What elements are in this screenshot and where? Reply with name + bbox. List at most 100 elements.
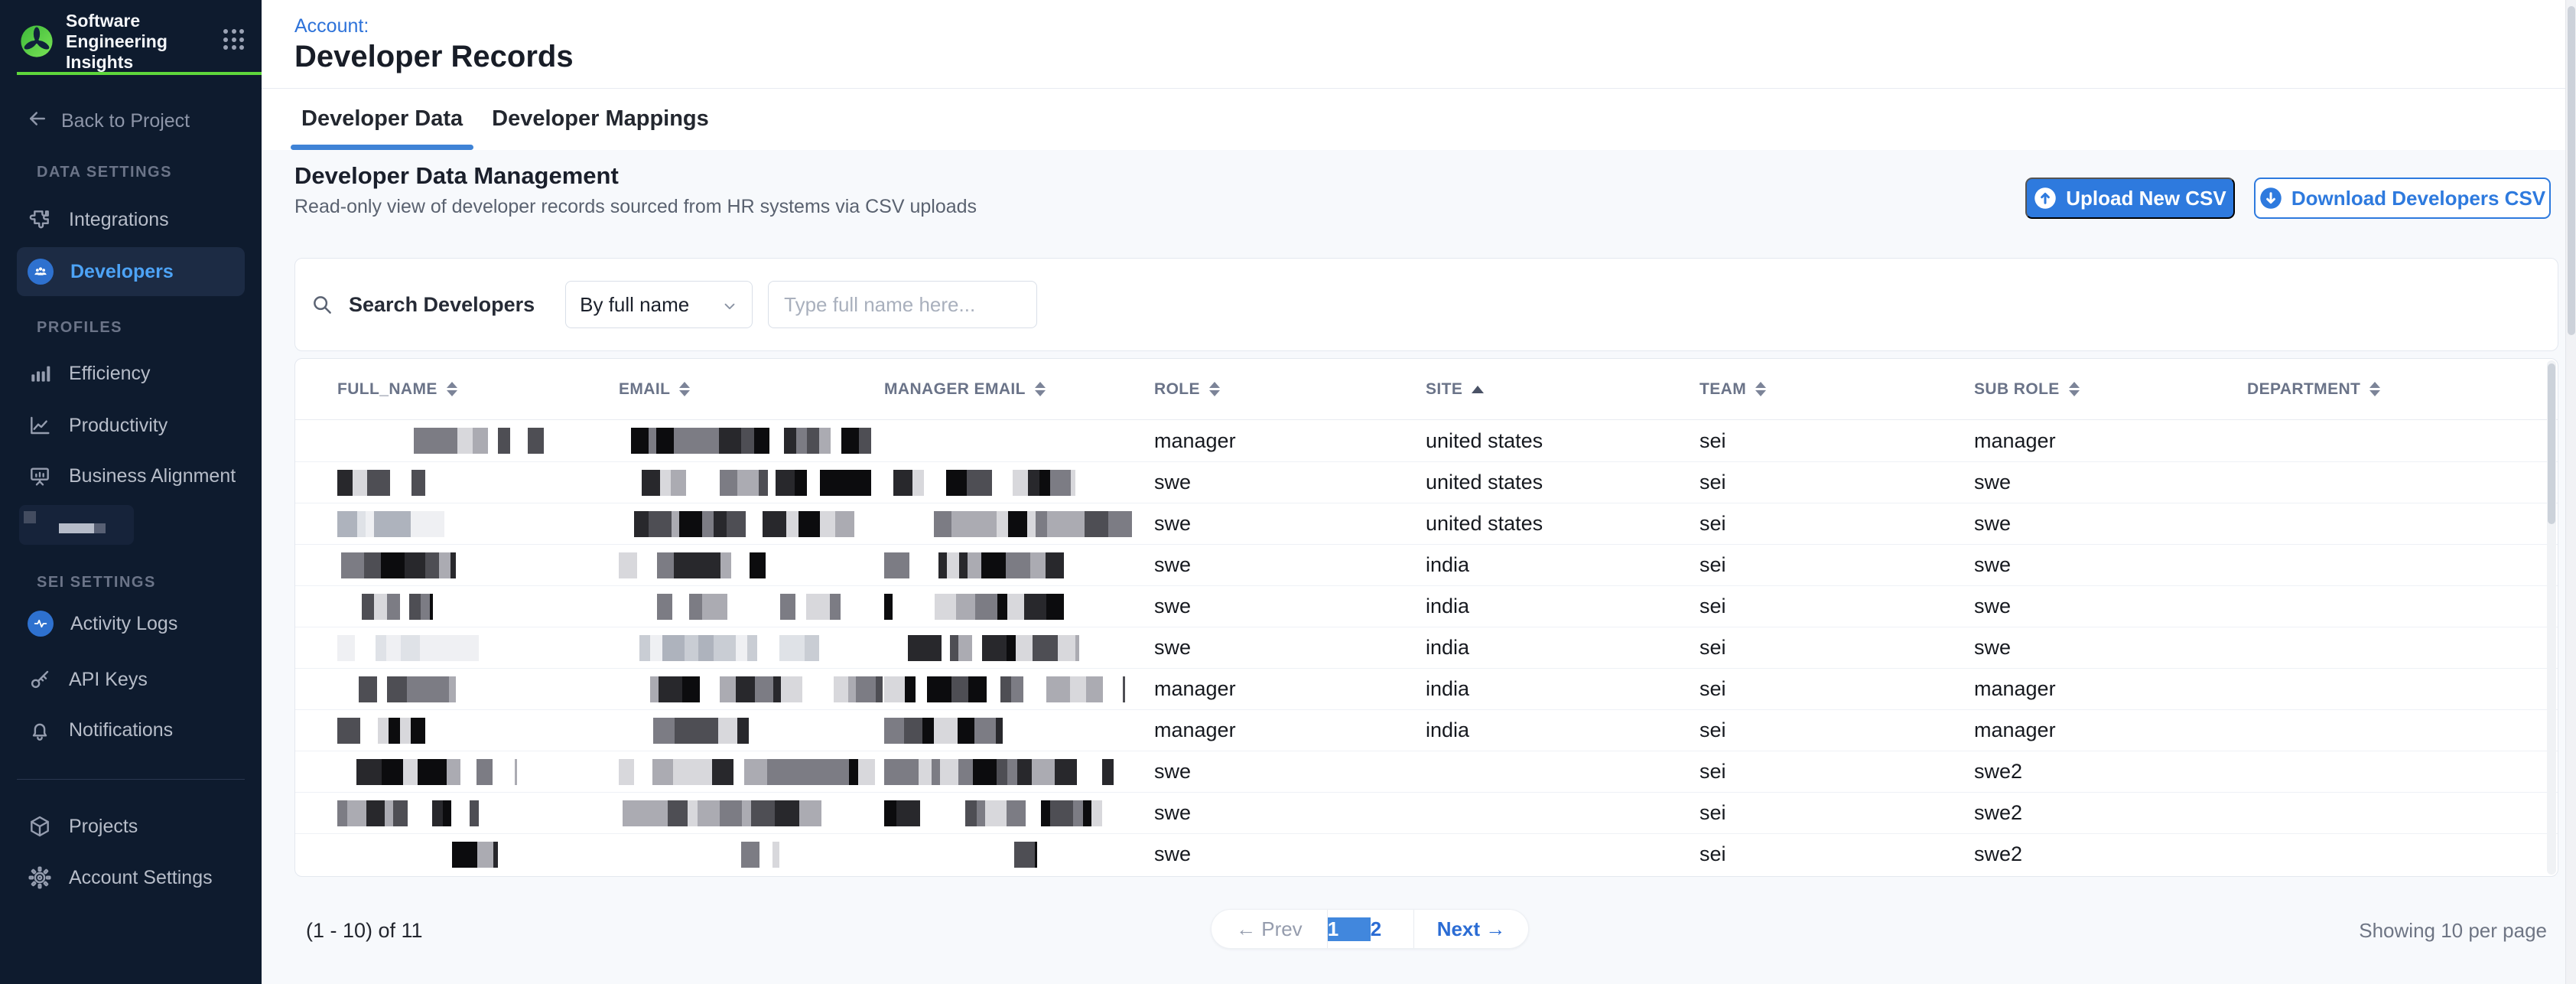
cell-site: india [1426, 636, 1699, 660]
search-filter-select[interactable]: By full name [565, 281, 753, 328]
cell-team: sei [1699, 718, 1974, 742]
sidebar-item-api-keys[interactable]: API Keys [17, 658, 245, 701]
cell-manager_email [884, 470, 1154, 496]
back-to-project-link[interactable]: Back to Project [26, 107, 190, 135]
sidebar-item-notifications[interactable]: Notifications [17, 709, 245, 751]
account-settings-icon [28, 865, 52, 890]
next-page-button[interactable]: Next → [1413, 910, 1529, 948]
sort-icon [1035, 382, 1046, 396]
redacted-email [619, 428, 871, 454]
table-row: sweindiaseiswe [295, 627, 2558, 668]
cell-email [619, 552, 884, 578]
redacted-manager_email [884, 800, 1102, 826]
sidebar-item-integrations[interactable]: Integrations [17, 198, 245, 241]
cell-sub_role: manager [1974, 429, 2247, 453]
brand-accent-line [17, 72, 262, 75]
page-scrollbar[interactable] [2565, 0, 2576, 984]
sidebar-item-business-alignment[interactable]: Business Alignment [17, 455, 245, 497]
cell-sub_role: swe [1974, 553, 2247, 577]
column-label: FULL_NAME [337, 380, 437, 399]
column-header-manager_email[interactable]: MANAGER EMAIL [884, 380, 1154, 399]
cell-sub_role: swe [1974, 595, 2247, 618]
redacted-email [626, 676, 883, 702]
page-title: Developer Records [294, 40, 574, 74]
logo-row: Software Engineering Insights [0, 0, 262, 73]
cell-team: sei [1699, 512, 1974, 536]
tab-developer-mappings[interactable]: Developer Mappings [481, 89, 720, 150]
pagination: ← Prev 12 Next → [1211, 909, 1529, 949]
redacted-full_name [337, 594, 433, 620]
cell-email [619, 800, 884, 826]
column-header-department[interactable]: DEPARTMENT [2247, 380, 2558, 399]
cell-email [619, 470, 884, 496]
cell-sub_role: swe [1974, 512, 2247, 536]
column-header-site[interactable]: SITE [1426, 380, 1699, 399]
section-title: Developer Data Management [294, 162, 619, 190]
sidebar-item-productivity[interactable]: Productivity [17, 404, 245, 447]
cell-team: sei [1699, 842, 1974, 866]
sidebar-item-efficiency[interactable]: Efficiency [17, 352, 245, 395]
chevron-down-icon [721, 296, 738, 313]
pagination-range-label: (1 - 10) of 11 [306, 912, 423, 949]
upload-new-csv-button[interactable]: Upload New CSV [2025, 178, 2235, 219]
table-row: managerindiaseimanager [295, 668, 2558, 709]
column-header-sub_role[interactable]: SUB ROLE [1974, 380, 2247, 399]
sidebar-item-label: API Keys [69, 669, 148, 691]
cell-site: india [1426, 595, 1699, 618]
table-header-row: FULL_NAME EMAILMANAGER EMAIL ROLESITETEAMS… [295, 359, 2558, 420]
per-page-label: Showing 10 per page [2359, 912, 2547, 949]
search-input[interactable] [768, 281, 1037, 328]
apps-grid-icon[interactable] [223, 29, 245, 51]
table-scrollbar[interactable] [2547, 360, 2556, 875]
page-scrollbar-thumb[interactable] [2568, 6, 2575, 335]
cell-team: sei [1699, 760, 1974, 784]
sidebar-item-label: Activity Logs [70, 613, 177, 635]
redacted-full_name [337, 470, 425, 496]
column-header-email[interactable]: EMAIL [619, 380, 884, 399]
efficiency-icon [28, 361, 52, 386]
page-2-button[interactable]: 2 [1371, 917, 1413, 941]
sidebar: Software Engineering Insights Back to Pr… [0, 0, 262, 984]
arrow-left-icon [26, 107, 49, 135]
redacted-email [619, 635, 844, 661]
sidebar-item-projects[interactable]: Projects [17, 805, 245, 848]
column-header-role[interactable]: ROLE [1154, 380, 1426, 399]
table-scrollbar-thumb[interactable] [2548, 363, 2555, 524]
redacted-email [653, 718, 749, 744]
column-header-team[interactable]: TEAM [1699, 380, 1974, 399]
redacted-manager_email [884, 470, 1075, 496]
cell-email [619, 718, 884, 744]
search-developers-label: Search Developers [349, 293, 535, 317]
table-row: sweseiswe2 [295, 833, 2558, 875]
sort-icon [679, 382, 690, 396]
upload-button-label: Upload New CSV [2066, 187, 2226, 210]
account-breadcrumb[interactable]: Account: [294, 15, 369, 37]
cell-sub_role: manager [1974, 718, 2247, 742]
activity-pulse-icon [28, 611, 54, 637]
column-label: MANAGER EMAIL [884, 380, 1026, 399]
redacted-email [741, 842, 779, 868]
cell-role: manager [1154, 429, 1426, 453]
tab-developer-data[interactable]: Developer Data [291, 89, 473, 150]
sidebar-item-account-settings[interactable]: Account Settings [17, 856, 245, 899]
cell-manager_email [884, 676, 1154, 702]
cell-full_name [337, 759, 619, 785]
download-button-label: Download Developers CSV [2291, 187, 2545, 210]
download-developers-csv-button[interactable]: Download Developers CSV [2254, 178, 2551, 219]
prev-page-button[interactable]: ← Prev [1212, 910, 1327, 948]
redacted-full_name [337, 635, 479, 661]
app-root: Software Engineering Insights Back to Pr… [0, 0, 2576, 984]
cell-site: india [1426, 718, 1699, 742]
cell-manager_email [884, 718, 1154, 744]
column-header-full_name[interactable]: FULL_NAME [337, 380, 619, 399]
sort-icon [447, 382, 457, 396]
sidebar-item-activity-logs[interactable]: Activity Logs [17, 602, 245, 645]
page-1-button[interactable]: 1 [1328, 917, 1371, 941]
section-subtitle: Read-only view of developer records sour… [294, 196, 977, 218]
cell-site: united states [1426, 429, 1699, 453]
sidebar-item-developers[interactable]: Developers [17, 247, 245, 296]
sidebar-item-redacted[interactable] [19, 505, 134, 545]
developers-people-icon [28, 259, 54, 285]
integrations-icon [28, 207, 52, 232]
cell-email [619, 511, 884, 537]
